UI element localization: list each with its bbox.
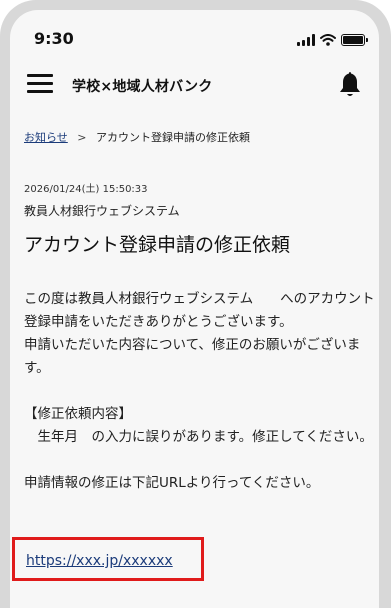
body-line: 申請情報の修正は下記URLより行ってください。 [24, 475, 320, 491]
breadcrumb: お知らせ > アカウント登録申請の修正依頼 [24, 129, 250, 145]
message-datetime: 2026/01/24(土) 15:50:33 [24, 184, 148, 195]
wifi-icon [320, 34, 336, 46]
message-sender: 教員人材銀行ウェブシステム [24, 204, 180, 218]
page-title: アカウント登録申請の修正依頼 [24, 234, 291, 256]
body-line-blank [24, 449, 376, 472]
status-bar: 9:30 [10, 10, 379, 66]
app-title: 学校×地域人材バンク [72, 79, 213, 95]
message-body: この度は教員人材銀行ウェブシステム へのアカウント登録申請をいただきありがとうご… [24, 288, 376, 495]
breadcrumb-current: アカウント登録申請の修正依頼 [96, 131, 250, 144]
body-line: この度は教員人材銀行ウェブシステム へのアカウント登録申請をいただきありがとうご… [24, 291, 375, 330]
battery-icon [341, 34, 368, 46]
breadcrumb-link-notices[interactable]: お知らせ [24, 131, 68, 144]
phone-frame: 9:30 学校×地域人材バンク お知らせ > アカウント登録申請の修正依頼 20… [0, 0, 391, 608]
bell-icon[interactable] [337, 70, 363, 98]
body-line: 申請いただいた内容について、修正のお願いがございます。 [24, 337, 361, 376]
correction-url-link[interactable]: https://xxx.jp/xxxxxx [26, 553, 173, 569]
body-line: 生年月 の入力に誤りがあります。修正してください。 [24, 429, 373, 445]
phone-screen: 9:30 学校×地域人材バンク お知らせ > アカウント登録申請の修正依頼 20… [10, 10, 379, 608]
status-icons [297, 34, 368, 46]
status-time: 9:30 [34, 29, 74, 48]
body-line: 【修正依頼内容】 [24, 406, 132, 422]
breadcrumb-separator: > [77, 131, 87, 144]
hamburger-icon[interactable] [27, 74, 53, 94]
signal-icon [297, 34, 315, 46]
body-line-blank [24, 380, 376, 403]
app-header: 学校×地域人材バンク [10, 66, 379, 106]
